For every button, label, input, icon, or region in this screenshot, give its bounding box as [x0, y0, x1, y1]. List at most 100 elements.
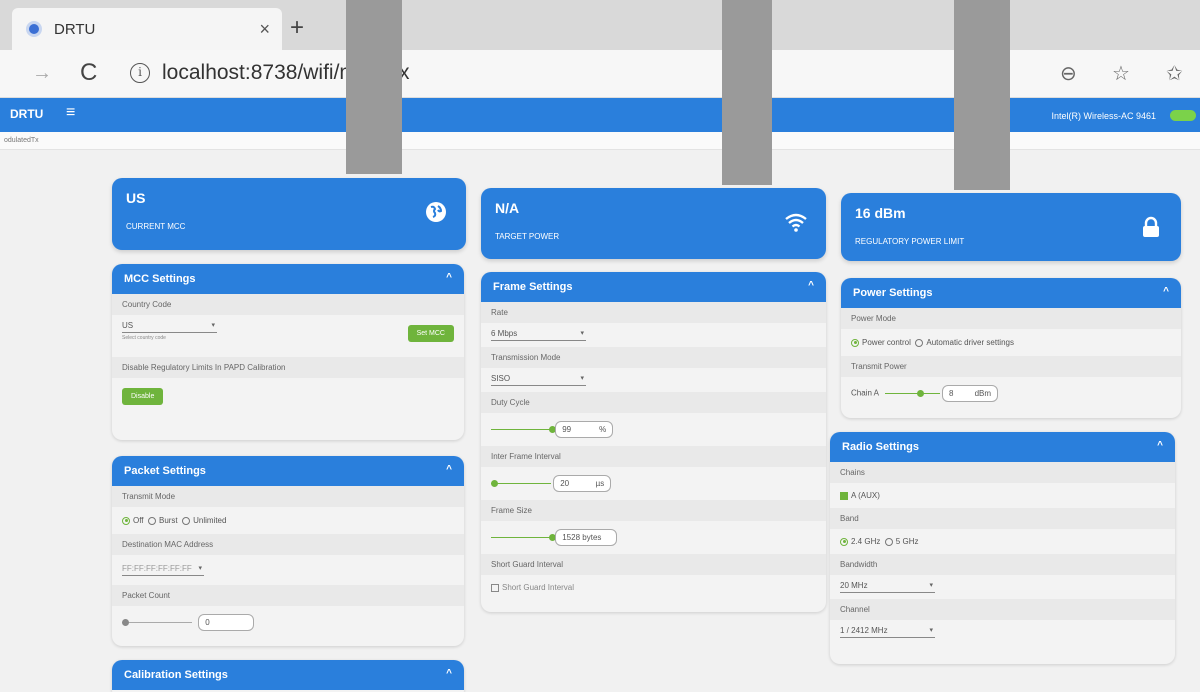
disable-limits-label: Disable Regulatory Limits In PAPD Calibr… [112, 357, 464, 378]
radio-settings-header[interactable]: Radio Settings ^ [830, 432, 1175, 462]
inter-frame-interval-slider[interactable] [491, 480, 551, 487]
destination-mac-input[interactable]: FF:FF:FF:FF:FF:FF [122, 564, 204, 576]
tape-strip [346, 0, 402, 174]
packet-settings-panel: Packet Settings ^ Transmit Mode Off Burs… [112, 456, 464, 646]
browser-tabstrip: DRTU × + [0, 0, 1200, 50]
collapse-icon[interactable]: ^ [1157, 440, 1163, 451]
add-favorite-icon[interactable]: ☆ [1112, 61, 1130, 86]
mcc-settings-panel: MCC Settings ^ Country Code US Select co… [112, 264, 464, 440]
mode-off-radio[interactable] [122, 516, 130, 525]
radio-settings-panel: Radio Settings ^ Chains A (AUX) Band 2.4… [830, 432, 1175, 664]
tab-close-icon[interactable]: × [259, 19, 270, 40]
rate-label: Rate [481, 302, 826, 323]
tab-title: DRTU [54, 20, 96, 38]
packet-count-input[interactable]: 0 [198, 614, 255, 631]
bandwidth-label: Bandwidth [830, 554, 1175, 575]
collapse-icon[interactable]: ^ [1163, 286, 1169, 297]
device-toggle[interactable] [1170, 110, 1196, 121]
short-guard-interval-checkbox-label: Short Guard Interval [502, 583, 575, 592]
breadcrumb: odulatedTx [0, 132, 1200, 150]
regulatory-limit-value: 16 dBm [855, 205, 906, 221]
frame-size-unit: bytes [582, 533, 602, 542]
regulatory-limit-label: REGULATORY POWER LIMIT [855, 237, 965, 246]
automatic-driver-radio[interactable] [915, 338, 924, 347]
packet-count-label: Packet Count [112, 585, 464, 606]
lock-icon [1143, 216, 1159, 237]
transmission-mode-label: Transmission Mode [481, 347, 826, 368]
bandwidth-select[interactable]: 20 MHz [840, 581, 935, 593]
power-settings-header[interactable]: Power Settings ^ [841, 278, 1181, 308]
site-info-icon[interactable]: i [130, 63, 150, 83]
rate-select[interactable]: 6 Mbps [491, 329, 586, 341]
frame-settings-header[interactable]: Frame Settings ^ [481, 272, 826, 302]
regulatory-limit-card: 16 dBm REGULATORY POWER LIMIT [841, 193, 1181, 261]
mode-unlimited-label: Unlimited [193, 516, 227, 525]
duty-cycle-unit: % [599, 425, 607, 434]
address-bar: → C i localhost:8738/wifi/mo dTx ⊖ ☆ ✩ [0, 50, 1200, 98]
chains-label: Chains [830, 462, 1175, 483]
calibration-settings-header[interactable]: Calibration Settings ^ [112, 660, 464, 690]
transmit-power-slider[interactable] [884, 390, 940, 397]
band-2-4ghz-label: 2.4 GHz [851, 537, 881, 546]
country-code-helper: Select country code [122, 335, 166, 341]
power-settings-title: Power Settings [853, 287, 933, 299]
frame-settings-panel: Frame Settings ^ Rate 6 Mbps Transmissio… [481, 272, 826, 612]
inter-frame-interval-input[interactable]: 20 µs [553, 475, 612, 492]
app-brand[interactable]: DRTU [10, 107, 43, 121]
target-power-value: N/A [495, 200, 520, 216]
collapse-icon[interactable]: ^ [446, 464, 452, 475]
transmission-mode-select[interactable]: SISO [491, 374, 586, 386]
duty-cycle-label: Duty Cycle [481, 392, 826, 413]
browser-tab[interactable]: DRTU × [12, 8, 282, 50]
frame-size-value: 1528 [562, 533, 581, 542]
inter-frame-interval-label: Inter Frame Interval [481, 446, 826, 467]
tape-strip [954, 0, 1010, 190]
menu-icon[interactable]: ≡ [66, 104, 75, 122]
favorites-icon[interactable]: ✩ [1166, 61, 1183, 86]
mode-unlimited-radio[interactable] [182, 516, 191, 525]
destination-mac-label: Destination MAC Address [112, 534, 464, 555]
country-code-label: Country Code [112, 294, 464, 315]
collapse-icon[interactable]: ^ [446, 668, 452, 679]
power-settings-panel: Power Settings ^ Power Mode Power contro… [841, 278, 1181, 418]
automatic-driver-label: Automatic driver settings [926, 338, 1014, 347]
frame-size-slider[interactable] [491, 534, 556, 541]
disable-button[interactable]: Disable [122, 388, 164, 405]
duty-cycle-slider[interactable] [491, 426, 556, 433]
frame-settings-title: Frame Settings [493, 281, 573, 293]
mode-burst-label: Burst [158, 516, 178, 525]
set-mcc-button[interactable]: Set MCC [407, 325, 454, 342]
duty-cycle-value: 99 [562, 425, 572, 434]
packet-settings-header[interactable]: Packet Settings ^ [112, 456, 464, 486]
band-label: Band [830, 508, 1175, 529]
new-tab-button[interactable]: + [290, 14, 304, 42]
collapse-icon[interactable]: ^ [446, 272, 452, 283]
device-name: Intel(R) Wireless-AC 9461 [1051, 111, 1156, 121]
mcc-settings-header[interactable]: MCC Settings ^ [112, 264, 464, 294]
current-mcc-label: CURRENT MCC [126, 222, 186, 231]
frame-size-input[interactable]: 1528 bytes [555, 529, 618, 546]
transmit-power-input[interactable]: 8 dBm [942, 385, 999, 402]
chain-a-option-label: A (AUX) [851, 491, 880, 500]
app-bar: DRTU ≡ Intel(R) Wireless-AC 9461 [0, 98, 1200, 132]
collapse-icon[interactable]: ^ [808, 280, 814, 291]
country-code-select[interactable]: US [122, 321, 217, 333]
current-mcc-value: US [126, 190, 146, 206]
reload-icon[interactable]: C [80, 59, 97, 87]
zoom-icon[interactable]: ⊖ [1060, 61, 1077, 86]
forward-icon[interactable]: → [32, 62, 52, 85]
short-guard-interval-label: Short Guard Interval [481, 554, 826, 575]
short-guard-interval-checkbox[interactable] [491, 583, 499, 592]
packet-count-slider[interactable] [122, 619, 192, 626]
duty-cycle-input[interactable]: 99 % [555, 421, 614, 438]
chain-a-checkbox[interactable] [840, 491, 848, 500]
channel-select[interactable]: 1 / 2412 MHz [840, 626, 935, 638]
power-control-radio[interactable] [851, 338, 859, 347]
mode-burst-radio[interactable] [147, 516, 156, 525]
current-mcc-card: US CURRENT MCC [112, 178, 466, 250]
band-5ghz-radio[interactable] [884, 537, 893, 546]
band-2-4ghz-radio[interactable] [840, 537, 848, 546]
packet-settings-title: Packet Settings [124, 465, 206, 477]
target-power-label: TARGET POWER [495, 232, 560, 241]
calibration-settings-title: Calibration Settings [124, 669, 228, 681]
